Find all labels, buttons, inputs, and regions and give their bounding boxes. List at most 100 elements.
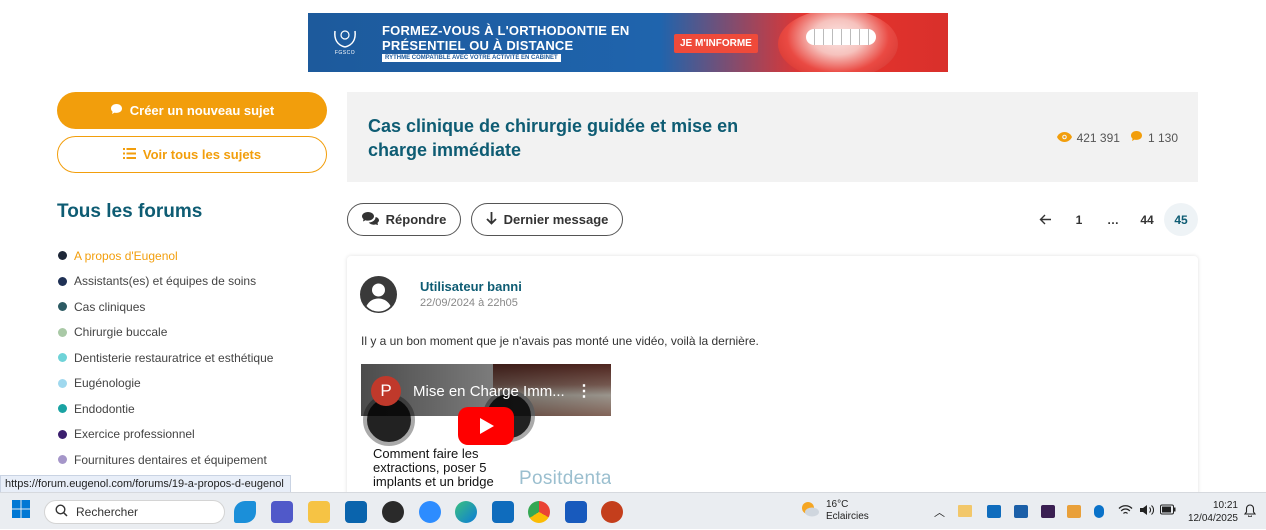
partly-sunny-icon <box>800 500 820 523</box>
forum-item[interactable]: Exercice professionnel <box>58 422 273 448</box>
forum-color-dot <box>58 455 67 465</box>
windows-logo-icon <box>12 500 30 523</box>
banner-teeth-image <box>806 29 876 45</box>
post-message: Il y a un bon moment que je n'avais pas … <box>361 334 759 348</box>
play-button-icon[interactable] <box>458 407 514 445</box>
outlook-app-icon[interactable] <box>345 501 367 523</box>
create-topic-label: Créer un nouveau sujet <box>129 103 275 118</box>
battery-icon[interactable] <box>1160 504 1176 518</box>
notifications-bell-icon[interactable] <box>1243 504 1257 520</box>
forums-heading: Tous les forums <box>57 201 203 222</box>
eye-icon <box>1056 131 1072 145</box>
tray-chevron-icon[interactable]: ︿ <box>934 504 945 520</box>
volume-icon[interactable] <box>1139 504 1154 519</box>
page-link-44[interactable]: 44 <box>1130 203 1164 236</box>
fgsco-logo: FGSCO <box>330 25 360 59</box>
copilot-app-icon[interactable] <box>234 501 256 523</box>
forum-color-dot <box>58 429 67 439</box>
forum-item[interactable]: Eugénologie <box>58 371 273 397</box>
status-url-bar: https://forum.eugenol.com/forums/19-a-pr… <box>0 475 291 492</box>
teams-app-icon[interactable] <box>271 501 293 523</box>
topic-stats: 421 391 1 130 <box>1056 130 1178 145</box>
reply-button[interactable]: Répondre <box>347 203 461 236</box>
forum-color-dot <box>58 404 67 414</box>
replies-count: 1 130 <box>1147 130 1178 145</box>
pagination: 1 … 44 45 <box>1028 203 1198 236</box>
forum-color-dot <box>58 302 67 312</box>
all-topics-button[interactable]: Voir tous les sujets <box>57 136 327 173</box>
wifi-icon[interactable] <box>1118 504 1133 519</box>
clock-time: 10:21 <box>1212 500 1238 511</box>
views-count: 421 391 <box>1076 130 1120 145</box>
post-card: Utilisateur banni 22/09/2024 à 22h05 Il … <box>347 256 1198 492</box>
clock-date: 12/04/2025 <box>1187 513 1238 524</box>
forum-color-dot <box>58 251 67 261</box>
page-link-first[interactable]: 1 <box>1062 203 1096 236</box>
word-app-icon[interactable] <box>565 501 587 523</box>
search-icon <box>55 504 68 520</box>
forum-color-dot <box>58 276 67 286</box>
forum-item[interactable]: Assistants(es) et équipes de soins <box>58 269 273 295</box>
bluetooth-icon[interactable] <box>1094 505 1104 518</box>
all-topics-label: Voir tous les sujets <box>142 147 262 162</box>
outlook-classic-icon[interactable] <box>492 501 514 523</box>
forum-item[interactable]: Chirurgie buccale <box>58 320 273 346</box>
weather-temperature: 16°C <box>826 499 849 510</box>
system-clock[interactable]: 10:21 12/04/2025 <box>1188 499 1238 525</box>
weather-description: Eclaircies <box>826 511 869 522</box>
forum-color-dot <box>58 378 67 388</box>
search-placeholder: Rechercher <box>76 505 139 519</box>
start-button[interactable] <box>8 493 34 530</box>
comments-icon <box>361 211 379 228</box>
zoom-app-icon[interactable] <box>419 501 441 523</box>
app-icon-dark[interactable] <box>382 501 404 523</box>
forum-list: A propos d'Eugenol Assistants(es) et équ… <box>58 243 273 473</box>
last-message-label: Dernier message <box>503 212 609 227</box>
weather-widget[interactable]: 16°C Eclaircies <box>800 499 869 523</box>
topic-title: Cas clinique de chirurgie guidée et mise… <box>368 116 739 160</box>
video-caption: Comment faire les extractions, poser 5 i… <box>373 446 494 489</box>
powerpoint-app-icon[interactable] <box>601 501 623 523</box>
youtube-embed[interactable]: P Mise en Charge Imm... ⋮ Comment faire … <box>361 364 611 492</box>
tray-mail-icon[interactable] <box>958 505 972 517</box>
chrome-browser-icon[interactable] <box>528 501 550 523</box>
video-brand: Positdental <box>519 468 611 489</box>
banner-line-2: PRÉSENTIEL OU À DISTANCE <box>382 38 574 53</box>
page-current[interactable]: 45 <box>1164 203 1198 236</box>
comment-icon <box>1130 130 1143 145</box>
taskbar-search[interactable]: Rechercher <box>44 500 225 524</box>
forum-item[interactable]: Endodontie <box>58 396 273 422</box>
post-author[interactable]: Utilisateur banni <box>420 279 522 294</box>
video-title[interactable]: Mise en Charge Imm... <box>413 383 565 400</box>
last-message-button[interactable]: Dernier message <box>471 203 623 236</box>
forum-item[interactable]: Fournitures dentaires et équipement <box>58 447 273 473</box>
forum-item[interactable]: Cas cliniques <box>58 294 273 320</box>
page-ellipsis: … <box>1107 212 1119 227</box>
browser-page: FGSCO FORMEZ-VOUS À L'ORTHODONTIE EN PRÉ… <box>0 0 1266 492</box>
tray-outlook-icon[interactable] <box>987 505 1001 518</box>
forum-item[interactable]: Dentisterie restauratrice et esthétique <box>58 345 273 371</box>
banner-line-1: FORMEZ-VOUS À L'ORTHODONTIE EN <box>382 23 630 38</box>
tray-heart-icon[interactable] <box>1041 505 1055 518</box>
banner-cta-button[interactable]: JE M'INFORME <box>674 34 758 53</box>
forum-color-dot <box>58 327 67 337</box>
ad-banner[interactable]: FGSCO FORMEZ-VOUS À L'ORTHODONTIE EN PRÉ… <box>308 13 948 72</box>
prev-page-arrow-icon[interactable] <box>1028 203 1062 236</box>
avatar <box>360 276 397 313</box>
tray-security-icon[interactable] <box>1067 505 1081 518</box>
replies-stat: 1 130 <box>1130 130 1178 145</box>
edge-browser-icon[interactable] <box>455 501 477 523</box>
forum-item[interactable]: A propos d'Eugenol <box>58 243 273 269</box>
forum-color-dot <box>58 353 67 363</box>
reply-label: Répondre <box>385 212 447 227</box>
tray-app-icon[interactable] <box>1014 505 1028 518</box>
chat-bubble-icon <box>110 103 123 118</box>
channel-avatar-icon[interactable]: P <box>371 376 401 406</box>
banner-line-3: RYTHME COMPATIBLE AVEC VOTRE ACTIVITÉ EN… <box>382 54 561 62</box>
post-date: 22/09/2024 à 22h05 <box>420 297 518 309</box>
topic-header: Cas clinique de chirurgie guidée et mise… <box>347 92 1198 182</box>
more-options-icon[interactable]: ⋮ <box>576 381 592 401</box>
file-explorer-icon[interactable] <box>308 501 330 523</box>
create-topic-button[interactable]: Créer un nouveau sujet <box>57 92 327 129</box>
arrow-down-icon <box>485 211 497 228</box>
